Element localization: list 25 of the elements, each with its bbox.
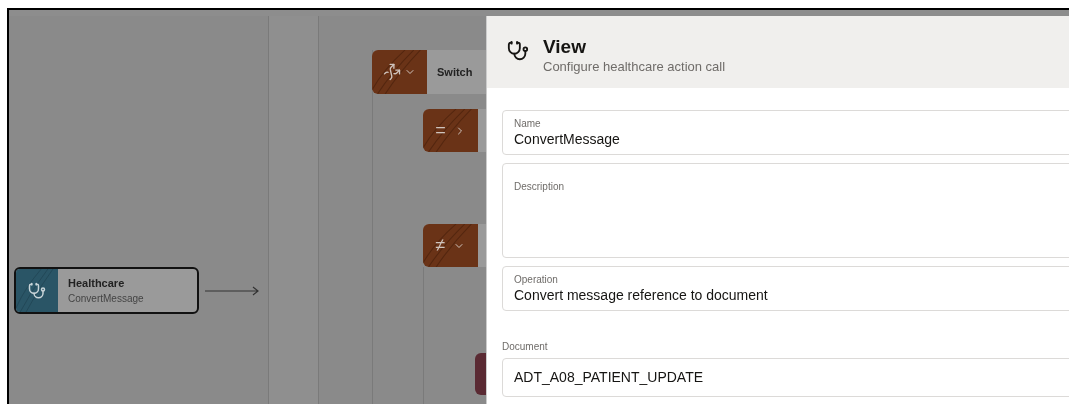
text-field[interactable]: Name ConvertMessage: [502, 110, 1069, 155]
switch-node[interactable]: Switch: [372, 50, 486, 94]
case-node[interactable]: =: [423, 109, 486, 152]
text-field[interactable]: ADT_A08_PATIENT_UPDATE: [502, 358, 1069, 397]
panel-title: View: [543, 36, 587, 58]
stethoscope-icon: [507, 40, 529, 62]
field-label: Operation: [514, 273, 559, 286]
case-symbol: ≠: [435, 234, 446, 257]
case-node[interactable]: ≠: [423, 224, 486, 267]
text-area[interactable]: Description: [502, 163, 1069, 258]
field-value: ConvertMessage: [514, 129, 621, 148]
field-value: ADT_A08_PATIENT_UPDATE: [514, 368, 704, 387]
field-label: Name: [514, 117, 542, 130]
text-field[interactable]: Operation Convert message reference to document: [502, 266, 1069, 311]
connector-arrow: [205, 286, 260, 296]
field-label: Document: [502, 341, 549, 353]
node-label: Switch: [437, 64, 473, 80]
case-symbol: =: [435, 119, 446, 142]
node-subtitle: ConvertMessage: [68, 291, 144, 306]
field-value: Convert message reference to document: [514, 285, 769, 304]
field-label: Description: [514, 181, 565, 192]
stethoscope-icon: [28, 281, 46, 300]
healthcare-node[interactable]: Healthcare ConvertMessage: [14, 267, 199, 314]
panel-subtitle: Configure healthcare action call: [543, 58, 726, 76]
node-title: Healthcare: [68, 275, 126, 291]
